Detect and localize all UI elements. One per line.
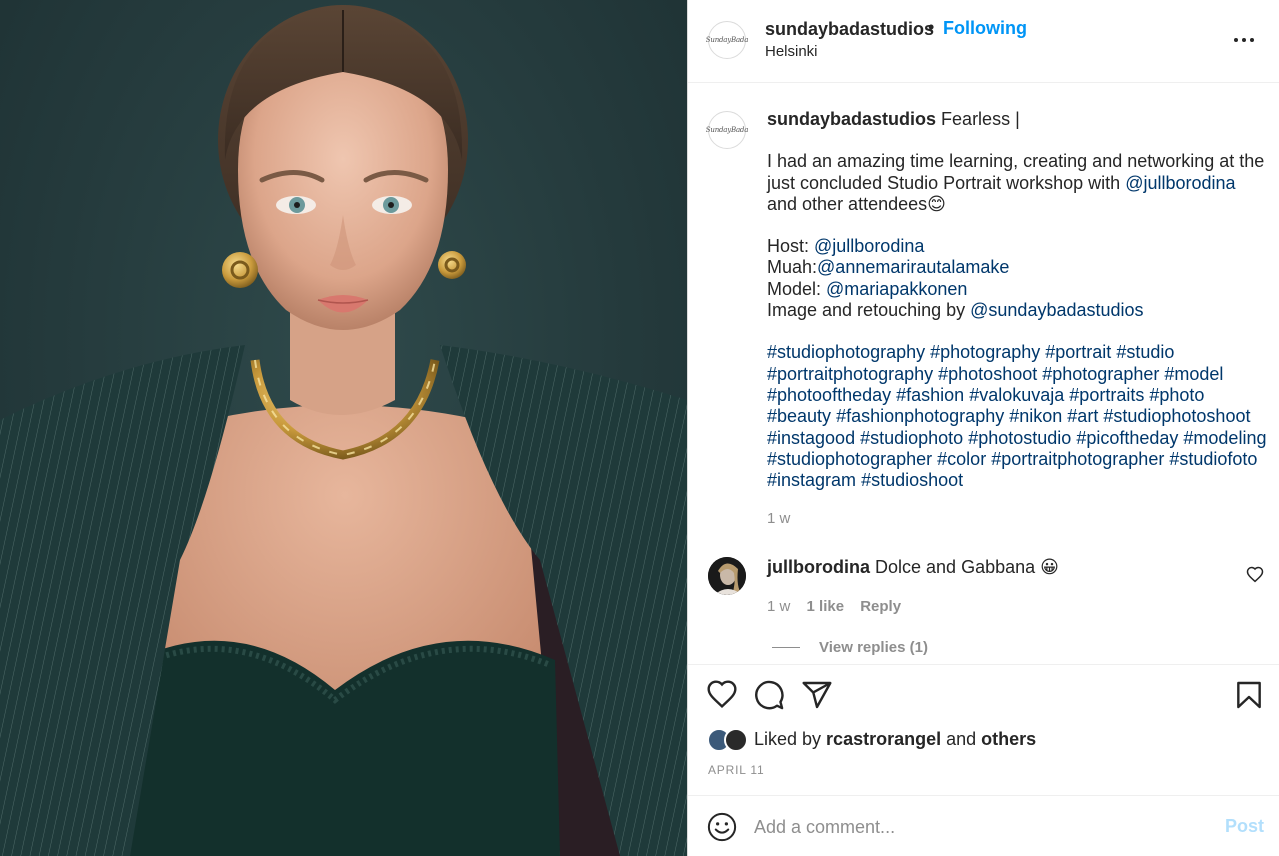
muah-label: Muah: bbox=[767, 257, 818, 278]
liked-by-text: Liked by rcastrorangel and others bbox=[754, 729, 1036, 750]
hashtag-link[interactable]: #portraitphotography bbox=[767, 364, 933, 384]
action-bar: Liked by rcastrorangel and others APRIL … bbox=[688, 664, 1279, 794]
post-image[interactable] bbox=[0, 0, 687, 856]
replies-divider bbox=[772, 647, 800, 648]
liked-by-others[interactable]: others bbox=[981, 729, 1036, 749]
caption-timestamp[interactable]: 1 w bbox=[767, 510, 790, 527]
model-label: Model: bbox=[767, 278, 827, 299]
caption: sundaybadastudios Fearless | I had an am… bbox=[767, 109, 1267, 491]
comment-input[interactable] bbox=[754, 813, 1194, 841]
hashtag-link[interactable]: #portrait bbox=[1045, 342, 1111, 362]
comment-timestamp[interactable]: 1 w bbox=[767, 598, 790, 615]
hashtag-link[interactable]: #model bbox=[1164, 364, 1223, 384]
hashtag-link[interactable]: #studiofoto bbox=[1169, 449, 1257, 469]
hashtag-link[interactable]: #photooftheday bbox=[767, 385, 891, 405]
author-avatar[interactable]: SundayBada bbox=[705, 21, 749, 59]
hashtag-link[interactable]: #fashionphotography bbox=[836, 406, 1004, 426]
hashtag-link[interactable]: #photo bbox=[1149, 385, 1204, 405]
post-comment-button[interactable]: Post bbox=[1225, 816, 1264, 837]
caption-avatar[interactable]: SundayBada bbox=[705, 111, 749, 149]
hashtag-link[interactable]: #picoftheday bbox=[1076, 428, 1178, 448]
comment-icon[interactable] bbox=[753, 679, 785, 711]
liker-avatar bbox=[724, 728, 748, 752]
comment-heart-icon[interactable] bbox=[1246, 566, 1264, 584]
liked-by-avatars[interactable] bbox=[707, 728, 751, 754]
hashtag-link[interactable]: #studiophoto bbox=[860, 428, 963, 448]
comment-text: jullborodina Dolce and Gabbana 😀 bbox=[767, 557, 1059, 578]
hashtag-link[interactable]: #nikon bbox=[1009, 406, 1062, 426]
add-comment-bar: Post bbox=[688, 795, 1279, 856]
commenter-username[interactable]: jullborodina bbox=[767, 557, 870, 577]
emoji-icon[interactable] bbox=[707, 812, 737, 842]
following-button[interactable]: Following bbox=[943, 18, 1027, 39]
hashtag-link[interactable]: #instagram bbox=[767, 470, 856, 490]
author-username[interactable]: sundaybadastudios bbox=[765, 19, 934, 40]
more-options-icon[interactable] bbox=[1234, 30, 1258, 50]
hashtag-link[interactable]: #photography bbox=[930, 342, 1040, 362]
comment-meta: 1 w 1 like Reply bbox=[767, 598, 913, 615]
post-header: SundayBada sundaybadastudios • Following… bbox=[688, 0, 1279, 83]
hashtag-link[interactable]: #beauty bbox=[767, 406, 831, 426]
avatar-logo-text: SundayBada bbox=[705, 126, 749, 134]
caption-username[interactable]: sundaybadastudios bbox=[767, 109, 936, 129]
commenter-avatar[interactable] bbox=[708, 557, 746, 595]
share-icon[interactable] bbox=[801, 679, 833, 711]
liked-by-middle: and bbox=[941, 729, 982, 749]
comment-likes[interactable]: 1 like bbox=[807, 598, 845, 615]
hashtag-link[interactable]: #instagood bbox=[767, 428, 855, 448]
avatar-logo-text: SundayBada bbox=[705, 36, 749, 44]
hashtag-link[interactable]: #photostudio bbox=[968, 428, 1071, 448]
hashtag-link[interactable]: #studio bbox=[1116, 342, 1174, 362]
caption-text-tail: and other attendees😊 bbox=[767, 193, 946, 214]
liked-by-user[interactable]: rcastrorangel bbox=[826, 729, 941, 749]
image-credit-label: Image and retouching by bbox=[767, 300, 971, 321]
separator-dot: • bbox=[928, 17, 935, 37]
hashtag-link[interactable]: #studiophotoshoot bbox=[1103, 406, 1250, 426]
hashtag-link[interactable]: #studiophotography bbox=[767, 342, 925, 362]
hashtag-link[interactable]: #fashion bbox=[896, 385, 964, 405]
hashtag-link[interactable]: #art bbox=[1067, 406, 1098, 426]
hashtag-link[interactable]: #photographer bbox=[1042, 364, 1159, 384]
comment-body: Dolce and Gabbana 😀 bbox=[875, 557, 1059, 577]
hashtag-link[interactable]: #valokuvaja bbox=[969, 385, 1064, 405]
view-replies-button[interactable]: View replies (1) bbox=[772, 639, 928, 656]
hashtag-link[interactable]: #studioshoot bbox=[861, 470, 963, 490]
post-date[interactable]: APRIL 11 bbox=[708, 763, 764, 777]
liked-by-prefix: Liked by bbox=[754, 729, 827, 749]
hashtag-link[interactable]: #portraitphotographer bbox=[991, 449, 1164, 469]
mention-link[interactable]: @jullborodina bbox=[1125, 173, 1235, 193]
host-mention-link[interactable]: @jullborodina bbox=[814, 236, 924, 256]
image-mention-link[interactable]: @sundaybadastudios bbox=[970, 300, 1143, 320]
caption-title: Fearless | bbox=[941, 109, 1020, 129]
host-label: Host: bbox=[767, 236, 815, 257]
hashtag-list: #studiophotography #photography #portrai… bbox=[767, 342, 1267, 491]
portrait-photo bbox=[0, 5, 687, 856]
hashtag-link[interactable]: #modeling bbox=[1183, 428, 1266, 448]
view-replies-label: View replies (1) bbox=[819, 639, 928, 656]
muah-mention-link[interactable]: @annemarirautalamake bbox=[817, 257, 1009, 277]
hashtag-link[interactable]: #portraits bbox=[1069, 385, 1144, 405]
hashtag-link[interactable]: #studiophotographer bbox=[767, 449, 932, 469]
hashtag-link[interactable]: #color bbox=[937, 449, 986, 469]
post-sidebar: SundayBada sundaybadastudios • Following… bbox=[687, 0, 1279, 856]
heart-icon[interactable] bbox=[706, 679, 738, 711]
hashtag-link[interactable]: #photoshoot bbox=[938, 364, 1037, 384]
comments-area[interactable]: SundayBada sundaybadastudios Fearless | … bbox=[688, 84, 1279, 664]
model-mention-link[interactable]: @mariapakkonen bbox=[826, 279, 967, 299]
bookmark-icon[interactable] bbox=[1233, 679, 1265, 711]
post-location[interactable]: Helsinki bbox=[765, 43, 818, 60]
reply-button[interactable]: Reply bbox=[860, 598, 901, 615]
